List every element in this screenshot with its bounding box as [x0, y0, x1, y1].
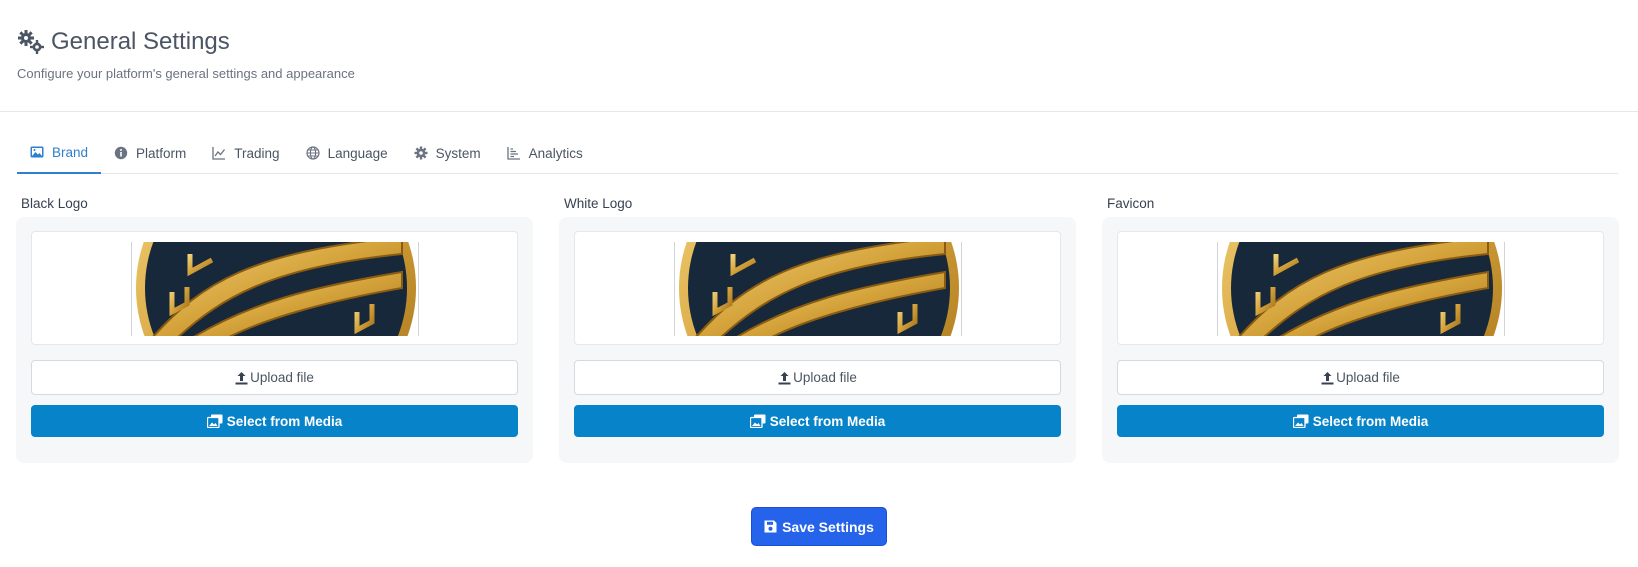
line-chart-icon	[212, 147, 226, 160]
logo-cards: Black Logo Upload file Select from Media…	[16, 196, 1621, 463]
tab-brand[interactable]: Brand	[17, 132, 102, 174]
upload-card: Upload file Select from Media	[16, 217, 533, 463]
tab-label: Platform	[136, 145, 187, 161]
card-label: Black Logo	[21, 196, 88, 211]
white-logo-section: White Logo Upload file Select from Media	[559, 196, 1076, 463]
info-icon	[114, 146, 128, 160]
upload-label: Upload file	[1336, 370, 1400, 385]
tab-label: System	[435, 145, 481, 161]
globe-icon	[305, 146, 320, 160]
upload-card: Upload file Select from Media	[1102, 217, 1619, 463]
gear-icon	[414, 146, 428, 160]
favicon-section: Favicon Upload file Select from Media	[1102, 196, 1619, 463]
logo-image	[1216, 242, 1505, 336]
logo-image	[130, 242, 419, 336]
media-label: Select from Media	[769, 413, 886, 429]
page-subtitle: Configure your platform's general settin…	[17, 66, 355, 81]
image-icon	[30, 146, 44, 158]
select-from-media-button[interactable]: Select from Media	[1117, 405, 1604, 437]
logo-preview	[1117, 231, 1604, 345]
page-title: General Settings	[51, 28, 230, 55]
bar-chart-icon	[507, 147, 520, 160]
save-label: Save Settings	[782, 518, 874, 535]
images-icon	[1292, 414, 1309, 428]
upload-icon	[235, 371, 248, 384]
black-logo-section: Black Logo Upload file Select from Media	[16, 196, 533, 463]
tab-label: Analytics	[528, 145, 583, 161]
save-area: Save Settings	[0, 507, 1638, 546]
media-label: Select from Media	[1312, 413, 1429, 429]
page-header: General Settings Configure your platform…	[0, 0, 1638, 112]
tab-label: Language	[327, 145, 388, 161]
card-label: Favicon	[1107, 196, 1155, 211]
floppy-disk-icon	[764, 520, 777, 533]
tab-system[interactable]: System	[401, 132, 494, 174]
select-from-media-button[interactable]: Select from Media	[31, 405, 518, 437]
logo-image	[673, 242, 962, 336]
tab-label: Brand	[52, 144, 89, 160]
tab-analytics[interactable]: Analytics	[494, 132, 596, 174]
card-label: White Logo	[564, 196, 633, 211]
upload-file-button[interactable]: Upload file	[1117, 360, 1604, 395]
images-icon	[749, 414, 766, 428]
upload-file-button[interactable]: Upload file	[574, 360, 1061, 395]
tab-platform[interactable]: Platform	[101, 132, 199, 174]
logo-preview	[574, 231, 1061, 345]
tab-language[interactable]: Language	[293, 132, 401, 174]
select-from-media-button[interactable]: Select from Media	[574, 405, 1061, 437]
upload-icon	[1321, 371, 1334, 384]
upload-label: Upload file	[250, 370, 314, 385]
logo-preview	[31, 231, 518, 345]
gears-icon	[18, 30, 44, 54]
tab-label: Trading	[234, 145, 280, 161]
upload-label: Upload file	[793, 370, 857, 385]
settings-tabs: Brand Platform Trading Language System A…	[17, 132, 1618, 174]
upload-icon	[778, 371, 791, 384]
upload-file-button[interactable]: Upload file	[31, 360, 518, 395]
save-settings-button[interactable]: Save Settings	[751, 507, 887, 546]
tab-trading[interactable]: Trading	[199, 132, 292, 174]
upload-card: Upload file Select from Media	[559, 217, 1076, 463]
images-icon	[206, 414, 223, 428]
media-label: Select from Media	[226, 413, 343, 429]
